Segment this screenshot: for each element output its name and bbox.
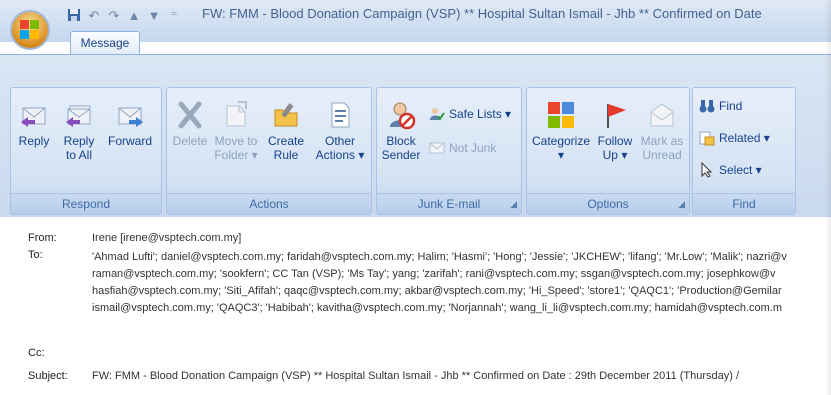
message-header: From: Irene [irene@vsptech.com.my] To: '…	[0, 218, 831, 395]
reply-all-icon	[66, 105, 91, 127]
to-value[interactable]: 'Ahmad Lufti'; daniel@vsptech.com.my; fa…	[92, 249, 787, 317]
group-label-options: Options	[527, 193, 689, 214]
to-line: 'Ahmad Lufti'; daniel@vsptech.com.my; fa…	[92, 251, 787, 263]
subject-label: Subject:	[28, 370, 68, 382]
other-actions-icon	[331, 102, 350, 128]
office-button[interactable]	[12, 12, 48, 48]
group-options: Categorize ▾ Follow Up ▾ Mark as Unread …	[526, 87, 690, 215]
next-icon[interactable]: ▼	[146, 8, 162, 24]
options-dialog-launcher-icon[interactable]: ◢	[678, 199, 685, 210]
reply-icon	[21, 107, 46, 127]
block-sender-label-2: Sender	[381, 148, 421, 162]
other-actions-button[interactable]: Other Actions ▾	[313, 100, 367, 162]
forward-icon	[118, 107, 143, 127]
undo-icon[interactable]: ↶	[86, 8, 102, 24]
select-button[interactable]: Select ▾	[699, 162, 762, 178]
from-label: From:	[28, 232, 57, 244]
group-find: Find Related ▾ Select ▾ Find	[692, 87, 796, 215]
safe-lists-icon	[430, 108, 445, 121]
related-button[interactable]: Related ▾	[699, 130, 770, 146]
mark-as-unread-button[interactable]: Mark as Unread	[639, 100, 685, 162]
move-to-folder-button[interactable]: Move to Folder ▾	[213, 100, 259, 162]
categorize-dropdown-arrow: ▾	[557, 148, 565, 162]
mark-as-label-1: Mark as	[640, 134, 684, 148]
related-label: Related ▾	[719, 131, 770, 145]
cursor-icon	[701, 162, 713, 178]
flag-icon	[607, 104, 626, 128]
follow-up-label-2: Up ▾	[602, 148, 628, 162]
reply-all-button[interactable]: Reply to All	[57, 100, 101, 162]
binoculars-icon	[699, 100, 715, 113]
group-junk-email: Block Sender Safe Lists ▾ Not Junk Junk …	[376, 87, 522, 215]
follow-up-label-1: Follow	[597, 134, 633, 148]
redo-icon[interactable]: ↷	[106, 8, 122, 24]
to-line: ismail@vsptech.com.my; 'QAQC3'; 'Habibah…	[92, 302, 783, 314]
other-actions-label-2: Actions ▾	[315, 148, 365, 162]
from-value[interactable]: Irene [irene@vsptech.com.my]	[92, 232, 241, 244]
find-label: Find	[719, 99, 743, 113]
mark-as-label-2: Unread	[642, 148, 682, 162]
group-actions: Delete Move to Folder ▾ Create Rule Othe…	[166, 87, 372, 215]
create-rule-label-2: Rule	[273, 148, 299, 162]
block-sender-button[interactable]: Block Sender	[381, 100, 421, 162]
mark-unread-icon	[650, 103, 674, 127]
forward-label: Forward	[107, 134, 152, 148]
select-label: Select ▾	[719, 163, 762, 177]
previous-icon[interactable]: ▲	[126, 8, 142, 24]
not-junk-label: Not Junk	[449, 141, 497, 155]
categorize-icon	[548, 102, 574, 128]
reply-label: Reply	[18, 134, 50, 148]
dialog-launcher-icon[interactable]: ◢	[510, 199, 517, 210]
save-icon[interactable]	[66, 8, 82, 24]
group-label-respond: Respond	[11, 193, 161, 214]
to-line: hasfiah@vsptech.com.my; 'Siti_Afifah'; q…	[92, 285, 782, 297]
other-actions-label-1: Other	[324, 134, 355, 148]
subject-value: FW: FMM - Blood Donation Campaign (VSP) …	[92, 370, 740, 382]
categorize-button[interactable]: Categorize ▾	[529, 100, 593, 162]
not-junk-icon	[429, 142, 445, 154]
customize-icon[interactable]: ⁼	[166, 8, 182, 24]
reply-all-label-1: Reply	[63, 134, 95, 148]
move-to-label-1: Move to	[214, 134, 258, 148]
reply-all-label-2: to All	[65, 148, 92, 162]
tab-message[interactable]: Message	[70, 31, 140, 54]
block-sender-label-1: Block	[386, 134, 416, 148]
group-label-junk-email: Junk E-mail	[377, 193, 521, 214]
ribbon: Reply Reply to All Forward Respond Delet…	[0, 54, 831, 217]
quick-access-toolbar: ↶ ↷ ▲ ▼ ⁼	[66, 6, 182, 26]
group-label-actions: Actions	[167, 193, 371, 214]
follow-up-button[interactable]: Follow Up ▾	[593, 100, 637, 162]
to-label: To:	[28, 249, 43, 261]
move-to-label-2: Folder ▾	[214, 148, 258, 162]
group-label-find: Find	[693, 193, 795, 214]
cc-label: Cc:	[28, 347, 45, 359]
window-title: FW: FMM - Blood Donation Campaign (VSP) …	[202, 6, 762, 21]
forward-button[interactable]: Forward	[105, 100, 155, 148]
categorize-label: Categorize	[531, 134, 591, 148]
reply-button[interactable]: Reply	[15, 100, 53, 148]
create-rule-button[interactable]: Create Rule	[263, 100, 309, 162]
safe-lists-label: Safe Lists ▾	[449, 107, 512, 121]
safe-lists-button[interactable]: Safe Lists ▾	[429, 106, 511, 122]
to-line: raman@vsptech.com.my; 'sookfern'; CC Tan…	[92, 268, 776, 280]
delete-button[interactable]: Delete	[171, 100, 209, 148]
not-junk-button[interactable]: Not Junk	[429, 140, 496, 156]
office-logo-icon	[20, 20, 40, 40]
delete-label: Delete	[172, 134, 208, 148]
create-rule-label-1: Create	[267, 134, 305, 148]
window-edge	[825, 0, 831, 395]
block-sender-icon	[390, 102, 416, 130]
related-icon	[699, 131, 715, 146]
group-respond: Reply Reply to All Forward Respond	[10, 87, 162, 215]
move-to-folder-icon	[226, 101, 247, 127]
delete-icon	[178, 101, 202, 129]
find-button[interactable]: Find	[699, 98, 742, 114]
create-rule-icon	[274, 103, 298, 127]
